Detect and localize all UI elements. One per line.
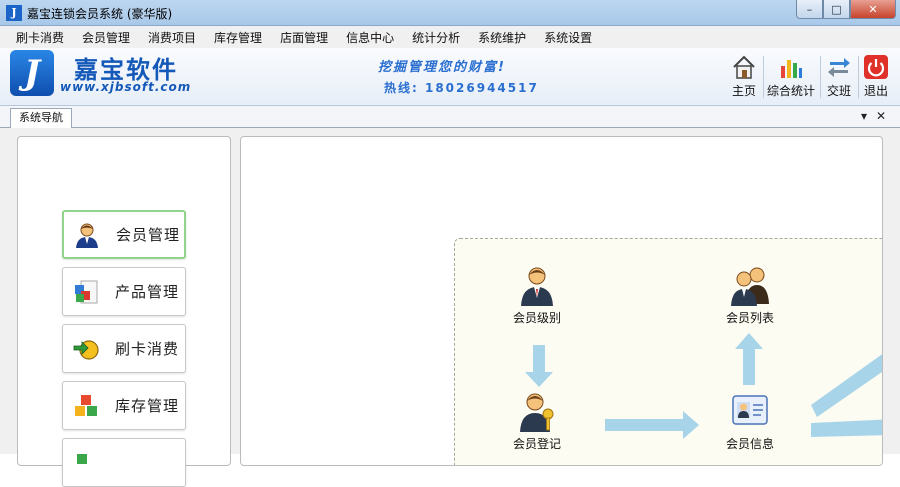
user-icon: [76, 223, 98, 248]
card-swipe-icon: [73, 339, 99, 360]
main-panel: 会员级别 会员列表 会员登记 会员信息: [240, 136, 883, 466]
slogan: 挖掘管理您的财富!: [378, 60, 506, 75]
hotline: 热线: 18026944517: [384, 81, 539, 95]
menu-maintenance[interactable]: 系统维护: [470, 29, 534, 46]
users-group-icon: [731, 267, 769, 306]
flow-node-label: 会员级别: [512, 311, 561, 325]
nav-card-consume[interactable]: 刷卡消费: [62, 324, 186, 373]
bar-chart-icon: [781, 60, 802, 78]
brand-logo: J: [10, 50, 54, 96]
exit-label: 退出: [863, 84, 888, 98]
minimize-button[interactable]: –: [796, 0, 823, 19]
nav-label: 会员管理: [116, 226, 181, 244]
flow-node-member-level[interactable]: 会员级别: [502, 264, 572, 326]
exit-button[interactable]: 退出: [862, 52, 890, 102]
menu-settings[interactable]: 系统设置: [536, 29, 600, 46]
nav-label: 库存管理: [115, 397, 180, 415]
nav-label: 产品管理: [115, 283, 180, 301]
swap-arrows-icon: [828, 58, 850, 77]
more-nav-icon: [77, 453, 87, 464]
content-area: 会员管理 产品管理 刷卡消费 库存管理 会员级别 会员列表 会员登记 会员信息: [0, 128, 900, 487]
brand-url: www.xjbsoft.com: [60, 80, 192, 94]
menu-inventory-management[interactable]: 库存管理: [206, 29, 270, 46]
id-card-icon: [732, 395, 768, 425]
nav-panel: 会员管理 产品管理 刷卡消费 库存管理: [17, 136, 231, 487]
menu-statistics[interactable]: 统计分析: [404, 29, 468, 46]
flow-node-member-register[interactable]: 会员登记: [502, 390, 572, 452]
inventory-cubes-icon: [75, 394, 97, 416]
toolbar-separator: [763, 56, 764, 98]
arrow-info-upright: [811, 354, 882, 417]
menu-member-management[interactable]: 会员管理: [74, 29, 138, 46]
arrow-info-right: [811, 419, 882, 437]
nav-inventory-management[interactable]: 库存管理: [62, 381, 186, 430]
shift-label: 交班: [826, 84, 851, 98]
tab-close-icon[interactable]: ✕: [876, 109, 886, 123]
menu-bar: 刷卡消费 会员管理 消费项目 库存管理 店面管理 信息中心 统计分析 系统维护 …: [0, 26, 900, 48]
user-key-icon: [520, 393, 554, 432]
menu-card-consume[interactable]: 刷卡消费: [8, 29, 72, 46]
toolbar-separator: [858, 56, 859, 98]
member-flow-diagram: 会员级别 会员列表 会员登记 会员信息: [454, 238, 882, 465]
shift-button[interactable]: 交班: [824, 52, 854, 102]
product-cubes-icon: [75, 280, 98, 303]
flow-node-member-info[interactable]: 会员信息: [715, 390, 785, 452]
home-label: 主页: [731, 84, 756, 98]
arrow-level-to-register: [525, 345, 553, 387]
tab-strip: 系统导航 ▾ ✕: [0, 106, 900, 128]
window-controls: – □ ✕: [796, 0, 896, 19]
arrow-info-to-list: [735, 333, 763, 385]
maximize-button[interactable]: □: [823, 0, 850, 19]
power-icon: [864, 55, 888, 79]
close-button[interactable]: ✕: [850, 0, 896, 19]
home-icon: [733, 55, 755, 79]
menu-consume-items[interactable]: 消费项目: [140, 29, 204, 46]
window-title: 嘉宝连锁会员系统 (豪华版): [27, 7, 173, 21]
app-icon: J: [6, 5, 22, 21]
toolbar-separator: [820, 56, 821, 98]
home-button[interactable]: 主页: [729, 52, 759, 102]
flow-node-label: 会员信息: [725, 437, 774, 451]
tab-system-navigation[interactable]: 系统导航: [10, 108, 72, 128]
flow-node-label: 会员登记: [512, 437, 561, 451]
flow-node-member-list[interactable]: 会员列表: [715, 264, 785, 326]
stats-label: 综合统计: [767, 84, 816, 98]
stats-button[interactable]: 综合统计: [767, 52, 815, 102]
flow-node-label: 会员列表: [725, 311, 774, 325]
nav-member-management[interactable]: 会员管理: [62, 210, 186, 259]
user-icon: [521, 267, 553, 306]
arrow-register-to-info: [605, 411, 699, 439]
nav-label: 刷卡消费: [115, 340, 180, 358]
header-banner: J 嘉宝软件 www.xjbsoft.com 挖掘管理您的财富! 热线: 180…: [0, 48, 900, 106]
tab-dropdown-icon[interactable]: ▾: [861, 109, 867, 123]
menu-info-center[interactable]: 信息中心: [338, 29, 402, 46]
menu-store-management[interactable]: 店面管理: [272, 29, 336, 46]
nav-more[interactable]: [62, 438, 186, 487]
nav-product-management[interactable]: 产品管理: [62, 267, 186, 316]
title-bar: J 嘉宝连锁会员系统 (豪华版) – □ ✕: [0, 0, 900, 26]
